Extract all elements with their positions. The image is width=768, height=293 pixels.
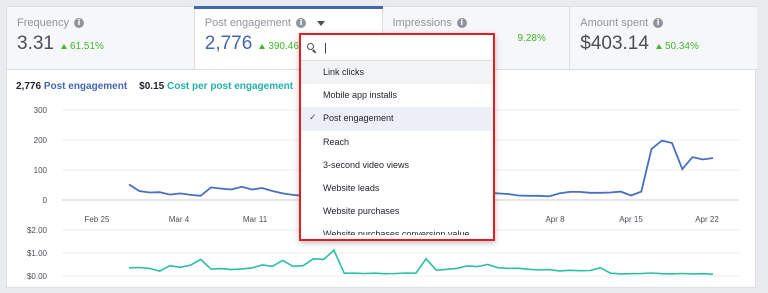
legend-pe-value: 2,776 [16,81,42,92]
search-input[interactable] [324,41,474,54]
metric-value: 3.31 [17,33,54,54]
metric-label: Frequency [17,17,69,29]
dropdown-item[interactable]: Mobile app installs [301,84,493,107]
dropdown-list: Link clicks Mobile app installs ✓ Post enga… [301,61,493,235]
x-tick-label: Mar 4 [169,215,190,224]
dropdown-item-label: Link clicks [323,67,365,77]
chart-legend: 2,776 Post engagement $0.15 Cost per pos… [16,81,293,92]
metric-change: 390.46 [259,41,299,52]
info-icon[interactable]: i [73,18,84,28]
metric-label: Post engagement [204,17,291,29]
info-icon[interactable]: i [456,18,467,28]
x-tick-label: Apr 8 [545,215,565,224]
metric-card-amount-spent[interactable]: Amount spent i $403.14 50.34% [570,7,757,69]
metric-value: 2,776 [204,33,253,54]
y-tick-label: $1.00 [27,249,48,258]
trend-up-icon [655,44,662,49]
metric-change: 50.34% [655,41,699,52]
dropdown-item[interactable]: Reach [301,131,493,154]
dropdown-item[interactable]: ✓ Post engagement [301,107,493,131]
metric-change-text: 9.28% [517,33,546,44]
dropdown-item[interactable]: Website purchases [301,200,493,223]
search-icon [307,43,317,54]
legend-post-engagement[interactable]: 2,776 Post engagement [16,81,127,92]
info-icon[interactable]: i [295,18,306,28]
y-tick-label: $0.00 [27,272,48,281]
metric-change-text: 390.46 [268,41,299,52]
metric-label: Impressions [392,17,452,29]
dropdown-item-label: Website leads [323,182,380,193]
metric-change-text: 61.51% [69,41,104,52]
metric-change-text: 50.34% [664,41,699,52]
x-tick-label: Mar 11 [243,215,268,224]
dropdown-item-label: Mobile app installs [323,90,398,101]
dropdown-item[interactable]: Website leads [301,177,493,200]
dropdown-item-label: 3-second video views [323,159,410,170]
dropdown-item[interactable]: 3-second video views [301,154,493,177]
legend-cpe-value: $0.15 [139,81,165,92]
dropdown-item[interactable]: Website purchases conversion value [301,223,493,235]
metric-value: $403.14 [580,33,649,54]
x-tick-label: Apr 22 [695,215,719,224]
metric-change: 61.51% [60,41,104,52]
y-tick-label: 0 [43,196,48,205]
metric-label: Amount spent [580,17,649,29]
dropdown-search [301,35,493,61]
x-tick-label: Feb 25 [85,215,110,224]
y-tick-label: 100 [34,166,48,175]
cost-per-engagement-line [128,248,714,275]
legend-cpe-label: Cost per post engagement [166,81,294,92]
trend-up-icon [60,44,67,49]
dropdown-item-label: Reach [323,136,350,147]
x-tick-label: Apr 15 [619,215,643,224]
dropdown-item-label: Website purchases [323,206,400,217]
y-tick-label: 300 [34,106,48,115]
check-icon: ✓ [309,113,317,124]
dropdown-item[interactable]: Link clicks [301,61,493,85]
info-icon[interactable]: i [653,18,664,28]
dropdown-item-label: Website purchases conversion value [323,229,470,236]
trend-up-icon [259,44,266,49]
legend-pe-label: Post engagement [43,81,128,92]
y-tick-label: 200 [34,136,48,145]
chevron-down-icon[interactable] [316,20,325,26]
dropdown-item-label: Post engagement [323,113,394,124]
legend-cost-per-engagement[interactable]: $0.15 Cost per post engagement [139,81,293,92]
metric-card-frequency[interactable]: Frequency i 3.31 61.51% [7,7,195,69]
metric-change: 9.28% [518,33,546,44]
metric-dropdown: Link clicks Mobile app installs ✓ Post enga… [299,33,495,241]
y-tick-label: $2.00 [27,226,48,235]
